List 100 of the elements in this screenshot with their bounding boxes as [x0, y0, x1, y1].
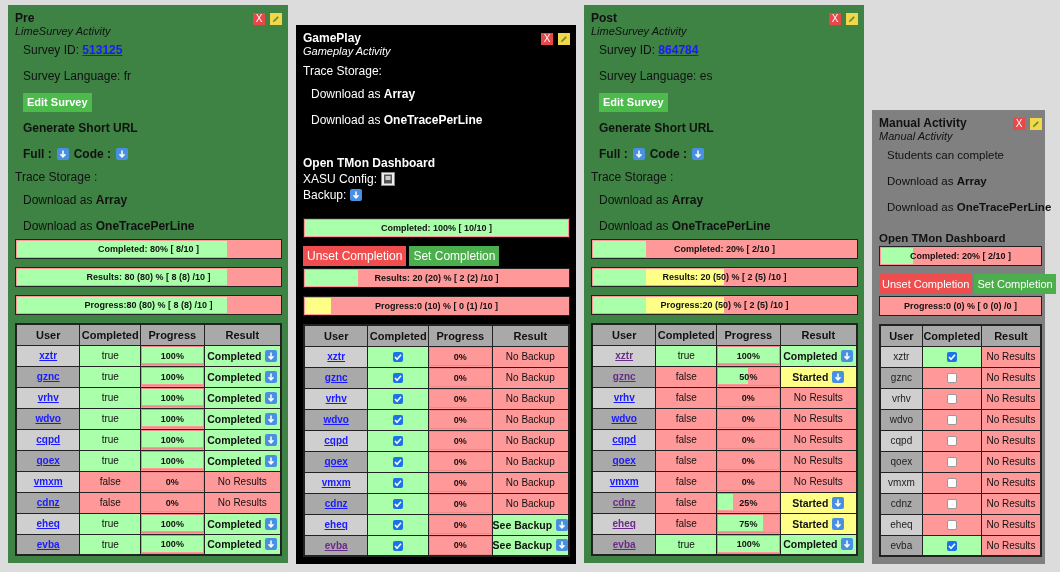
user-link[interactable]: evba: [36, 538, 60, 550]
checkbox[interactable]: [393, 436, 404, 447]
user-link[interactable]: gznc: [324, 372, 348, 383]
completion-button[interactable]: Set Completion: [974, 274, 1056, 294]
checkbox[interactable]: [393, 457, 404, 468]
edit-button[interactable]: [270, 13, 282, 25]
config-icon[interactable]: [381, 172, 396, 186]
user-link[interactable]: eheq: [324, 519, 348, 530]
user-link[interactable]: xztr: [39, 350, 58, 361]
user-link[interactable]: wdvo: [323, 414, 349, 425]
checkbox[interactable]: [946, 457, 957, 468]
download-link[interactable]: Download as Array: [591, 187, 704, 213]
progress-text: 100%: [160, 350, 184, 361]
checkbox[interactable]: [393, 373, 404, 384]
checkbox[interactable]: [946, 520, 957, 531]
section-label: Trace Storage :: [591, 169, 674, 186]
close-button[interactable]: X: [829, 13, 841, 25]
download-link[interactable]: Download as OneTracePerLine: [15, 213, 195, 239]
user-link[interactable]: xztr: [327, 351, 346, 362]
user-link[interactable]: evba: [612, 538, 636, 550]
edit-button[interactable]: [846, 13, 858, 25]
user-link[interactable]: wdvo: [611, 413, 637, 424]
download-link[interactable]: Download as Array: [303, 81, 416, 107]
download-icon[interactable]: [350, 189, 363, 201]
checkbox[interactable]: [946, 373, 957, 384]
bar-label: Results: 20 (50) % [ 2 (5) /10 ]: [662, 271, 787, 283]
download-link[interactable]: Download as OneTracePerLine: [591, 213, 771, 239]
close-button[interactable]: X: [541, 33, 553, 45]
completion-button[interactable]: Set Completion: [409, 246, 500, 266]
download-icon[interactable]: [556, 518, 569, 531]
user-link[interactable]: wdvo: [35, 413, 61, 424]
checkbox[interactable]: [946, 352, 957, 363]
user-link[interactable]: cqpd: [324, 435, 349, 446]
dashboard-link[interactable]: Open TMon Dashboard: [303, 155, 435, 171]
panel-subtitle: Manual Activity: [879, 130, 954, 142]
user-link[interactable]: vmxm: [321, 477, 351, 488]
progress-text: 0%: [453, 456, 467, 467]
progress-text: 100%: [160, 538, 184, 550]
progress-text: 0%: [453, 372, 467, 383]
checkbox[interactable]: [946, 499, 957, 510]
bar-label: Progress:80 (80) % [ 8 (8) /10 ]: [84, 299, 213, 311]
checkbox[interactable]: [946, 540, 957, 551]
user-link[interactable]: cqpd: [36, 434, 61, 445]
download-icon[interactable]: [556, 539, 569, 552]
close-button[interactable]: X: [1013, 118, 1025, 130]
user-link[interactable]: vrhv: [613, 392, 635, 403]
dashboard-link[interactable]: Open TMon Dashboard: [879, 230, 1006, 246]
checkbox[interactable]: [946, 394, 957, 405]
checkbox[interactable]: [393, 352, 404, 363]
checkbox[interactable]: [946, 478, 957, 489]
download-link[interactable]: Download as Array: [879, 168, 987, 194]
checkbox[interactable]: [946, 436, 957, 447]
edit-survey-button[interactable]: Edit Survey: [23, 92, 92, 112]
progress-text: 0%: [741, 434, 755, 445]
checkbox[interactable]: [393, 499, 404, 510]
checkbox[interactable]: [393, 415, 404, 426]
completion-button[interactable]: Unset Completion: [879, 274, 973, 294]
user-link[interactable]: vrhv: [325, 393, 347, 404]
checkbox[interactable]: [946, 415, 957, 426]
result-text: No Results: [793, 413, 843, 424]
user-link[interactable]: qoex: [36, 455, 60, 466]
user-link[interactable]: cdnz: [612, 497, 636, 508]
download-link[interactable]: Download as OneTracePerLine: [303, 107, 483, 133]
download-link[interactable]: Download as Array: [15, 187, 128, 213]
checkbox[interactable]: [393, 540, 404, 551]
panel-subtitle: Gameplay Activity: [303, 45, 391, 57]
checkbox[interactable]: [393, 394, 404, 405]
table-cell: cdnz: [880, 493, 923, 514]
user-link[interactable]: vmxm: [609, 476, 639, 487]
user-link[interactable]: eheq: [612, 518, 636, 529]
close-button[interactable]: X: [253, 13, 265, 25]
user-link[interactable]: gznc: [612, 371, 636, 382]
short-url-link[interactable]: Generate Short URL: [15, 115, 138, 141]
progress-text: 100%: [736, 538, 760, 550]
user-link[interactable]: gznc: [36, 371, 60, 382]
panel-title: Pre: [15, 11, 36, 25]
info-text: Survey Language: es: [598, 68, 713, 85]
result-text: No Results: [217, 497, 267, 508]
column-header: Progress: [716, 324, 781, 345]
result-text: Started: [792, 517, 829, 530]
short-url-link[interactable]: Generate Short URL: [591, 115, 714, 141]
column-header: Completed: [655, 324, 717, 345]
checkbox[interactable]: [393, 520, 404, 531]
user-link[interactable]: cqpd: [612, 434, 637, 445]
user-link[interactable]: vmxm: [33, 476, 63, 487]
user-link[interactable]: vrhv: [37, 392, 59, 403]
user-link[interactable]: xztr: [615, 350, 634, 361]
user-link[interactable]: cdnz: [36, 497, 60, 508]
user-link[interactable]: cdnz: [324, 498, 348, 509]
result-text: Completed: [207, 517, 262, 530]
edit-button[interactable]: [1030, 118, 1042, 130]
checkbox[interactable]: [393, 478, 404, 489]
edit-button[interactable]: [558, 33, 570, 45]
completion-button[interactable]: Unset Completion: [303, 246, 407, 266]
user-link[interactable]: eheq: [36, 518, 60, 529]
edit-survey-button[interactable]: Edit Survey: [599, 92, 668, 112]
result-text: Completed: [207, 349, 262, 362]
user-link[interactable]: qoex: [324, 456, 348, 467]
user-link[interactable]: evba: [324, 539, 348, 551]
user-link[interactable]: qoex: [612, 455, 636, 466]
